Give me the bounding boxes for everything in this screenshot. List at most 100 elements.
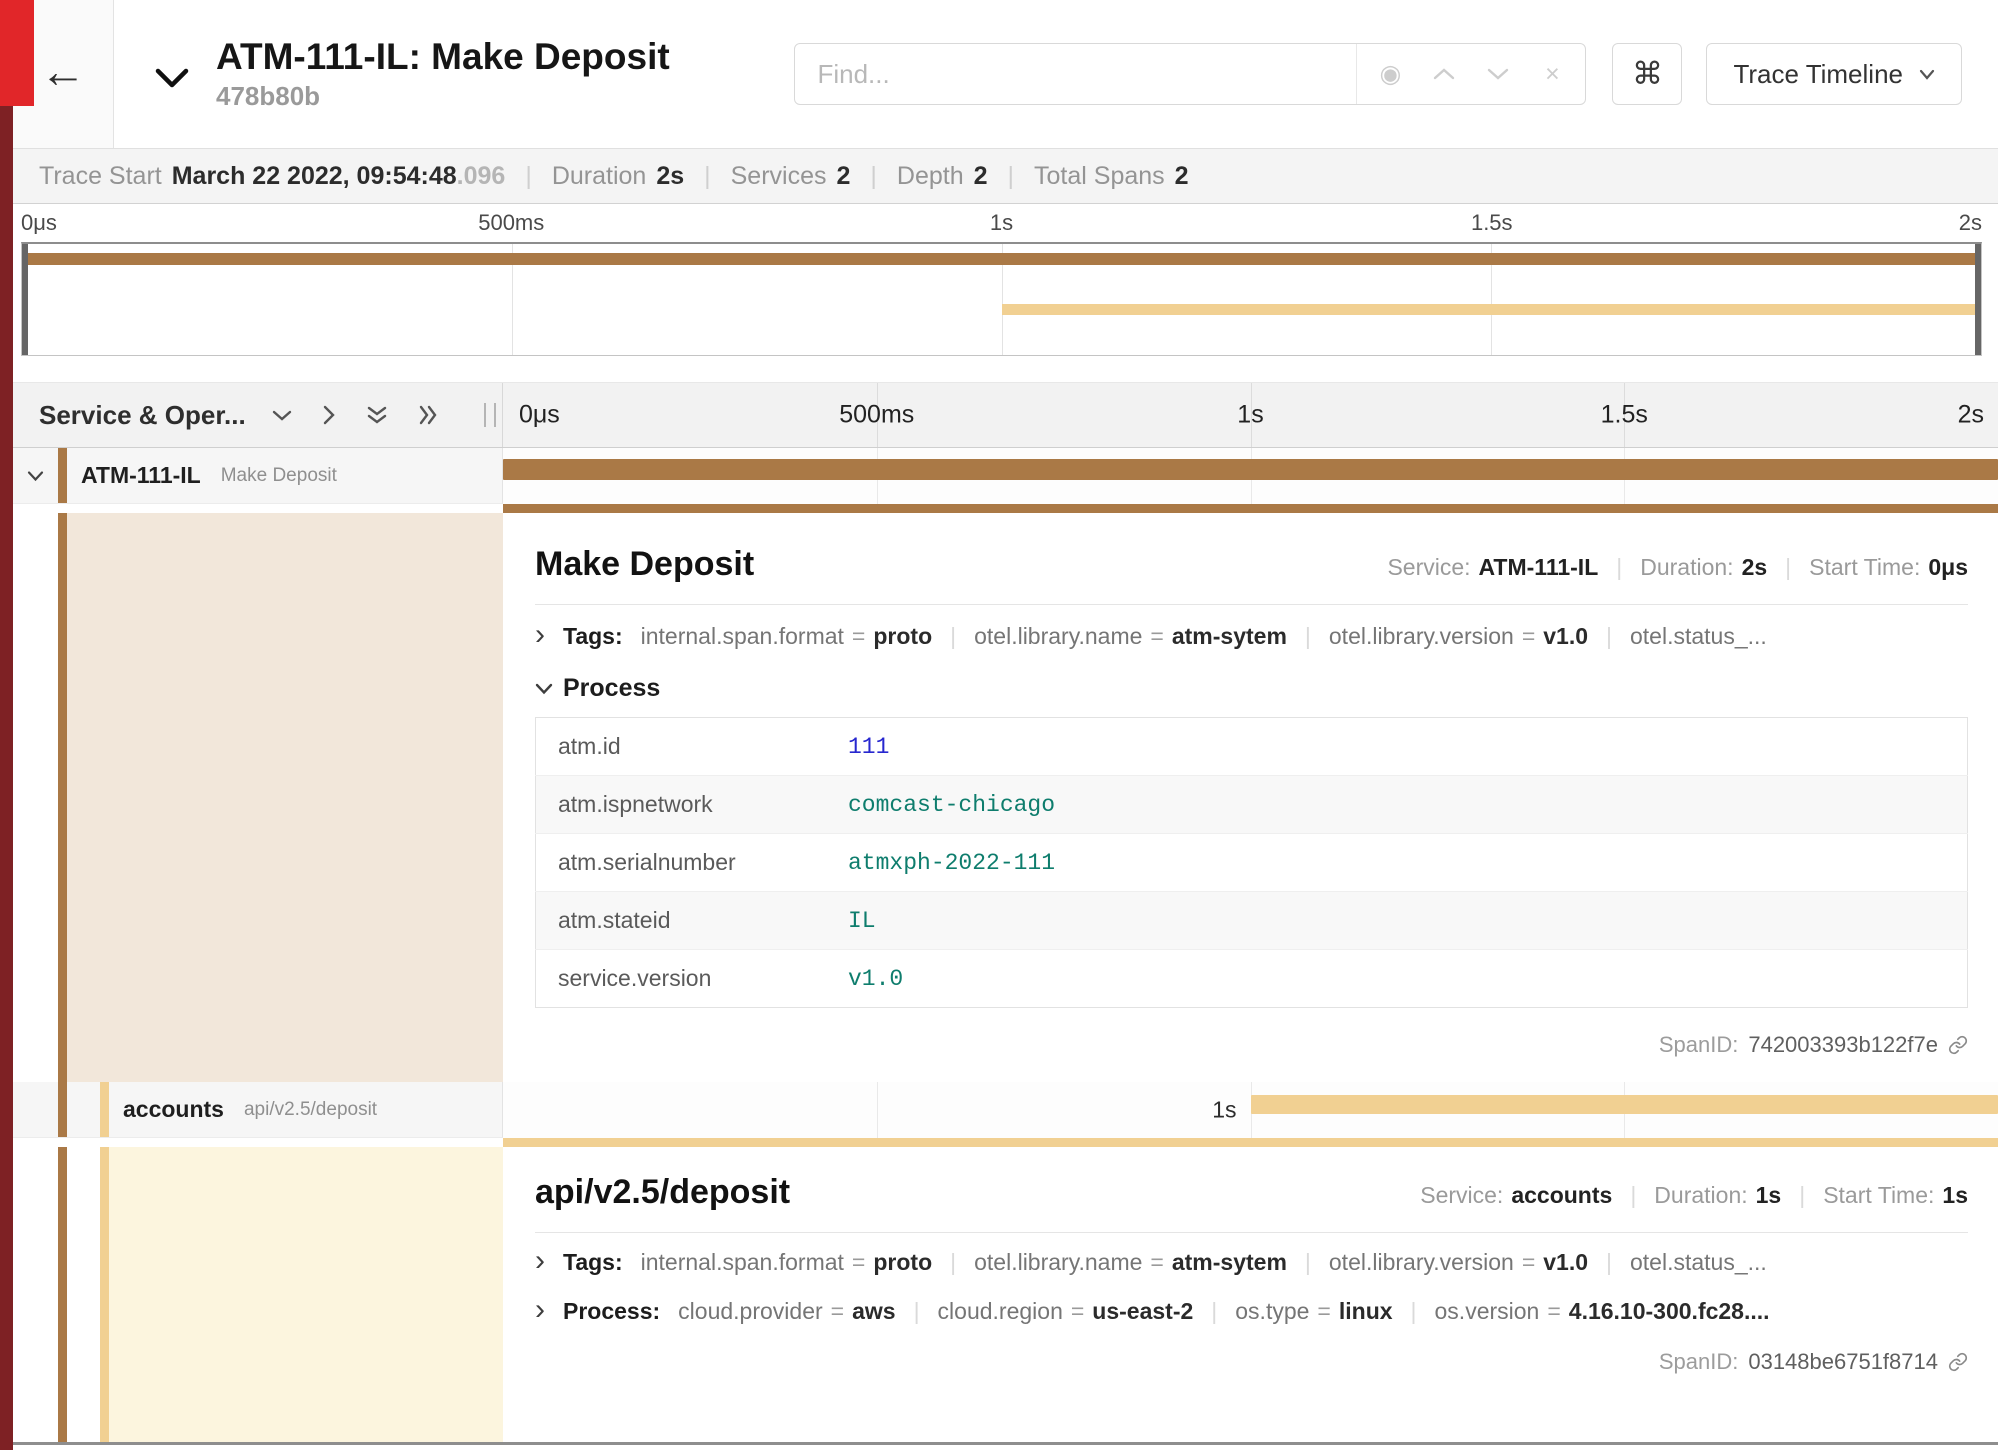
services-label: Services <box>731 162 827 191</box>
separator <box>1616 554 1622 581</box>
timeline-tick: 0μs <box>519 401 560 430</box>
service-label: Service: <box>1420 1182 1503 1209</box>
separator <box>1411 1298 1417 1325</box>
timeline-tick: 2s <box>1958 401 1984 430</box>
separator <box>1606 1249 1612 1276</box>
separator <box>525 162 532 191</box>
trace-summary-bar: Trace Start March 22 2022, 09:54:48 .096… <box>13 149 1998 204</box>
span-name-cell: ATM-111-IL Make Deposit <box>13 448 503 504</box>
table-row: atm.stateid IL <box>536 892 1968 950</box>
service-value: ATM-111-IL <box>1479 554 1599 581</box>
timeline-column-header: 0μs 500ms 1s 1.5s 2s <box>503 383 1998 447</box>
spanid-row: SpanID: 03148be6751f8714 <box>535 1349 1968 1375</box>
separator <box>950 1249 956 1276</box>
double-chevron-down-icon[interactable] <box>366 405 388 425</box>
trace-start-fraction: .096 <box>457 162 506 191</box>
service-label: Service: <box>1387 554 1470 581</box>
service-value: accounts <box>1511 1182 1612 1209</box>
separator <box>1785 554 1791 581</box>
span-collapse-chevron-icon[interactable] <box>27 470 44 481</box>
depth-value: 2 <box>974 162 988 191</box>
span-timeline-cell: 1s <box>503 1082 1998 1138</box>
keyboard-shortcuts-button[interactable]: ⌘ <box>1612 43 1682 105</box>
minimap-span-bar-atm <box>22 253 1981 265</box>
span-detail-top-border <box>13 504 1998 513</box>
chevron-right-icon: › <box>535 623 563 647</box>
span-timeline-cell <box>503 448 1998 504</box>
minimap-tick: 0μs <box>21 210 57 236</box>
span-row-accounts[interactable]: accounts api/v2.5/deposit 1s <box>13 1082 1998 1138</box>
separator <box>1008 162 1015 191</box>
minimap-left-drag-handle[interactable] <box>22 244 28 355</box>
span-color-bar <box>58 513 67 1082</box>
span-detail-title: api/v2.5/deposit <box>535 1173 790 1212</box>
focus-matches-icon[interactable]: ◉ <box>1363 59 1417 89</box>
table-row: service.version v1.0 <box>536 950 1968 1008</box>
copy-spanid-link-icon[interactable] <box>1948 1352 1968 1372</box>
bottom-edge <box>13 1442 1998 1445</box>
span-row-atm[interactable]: ATM-111-IL Make Deposit <box>13 448 1998 504</box>
column-resizer-handle[interactable] <box>484 403 496 427</box>
tag-item: otel.library.name=atm-sytem <box>974 1249 1287 1276</box>
start-time-value: 0μs <box>1928 554 1968 581</box>
copy-spanid-link-icon[interactable] <box>1948 1035 1968 1055</box>
span-detail-titlebar: Make Deposit Service: ATM-111-IL Duratio… <box>535 545 1968 605</box>
separator <box>914 1298 920 1325</box>
span-operation-name: Make Deposit <box>221 465 337 487</box>
total-spans-value: 2 <box>1175 162 1189 191</box>
spanid-value: 03148be6751f8714 <box>1748 1349 1938 1375</box>
chevron-right-icon[interactable] <box>322 404 336 426</box>
process-label: Process <box>563 674 660 703</box>
separator <box>1305 623 1311 650</box>
services-value: 2 <box>837 162 851 191</box>
tag-item: otel.library.version=v1.0 <box>1329 623 1588 650</box>
minimap-canvas[interactable] <box>21 242 1982 356</box>
table-row: atm.ispnetwork comcast-chicago <box>536 776 1968 834</box>
span-detail-body: Make Deposit Service: ATM-111-IL Duratio… <box>503 513 1998 1082</box>
tags-toggle-row[interactable]: › Tags: internal.span.format=proto otel.… <box>535 605 1968 658</box>
timeline-minimap: 0μs 500ms 1s 1.5s 2s <box>13 204 1998 382</box>
clear-find-icon[interactable]: × <box>1525 60 1579 89</box>
table-row: atm.serialnumber atmxph-2022-111 <box>536 834 1968 892</box>
prev-match-icon[interactable] <box>1417 67 1471 81</box>
chevron-down-icon[interactable] <box>272 409 292 422</box>
tag-item: cloud.region=us-east-2 <box>938 1298 1194 1325</box>
process-toggle-row[interactable]: Process <box>535 658 1968 717</box>
tag-item: otel.library.version=v1.0 <box>1329 1249 1588 1276</box>
grid-header-row: Service & Oper... 0μs <box>13 382 1998 448</box>
span-duration-bar[interactable] <box>1251 1095 1998 1114</box>
span-detail-deposit: api/v2.5/deposit Service: accounts Durat… <box>13 1147 1998 1442</box>
spanid-row: SpanID: 742003393b122f7e <box>535 1032 1968 1058</box>
trace-view-dropdown[interactable]: Trace Timeline <box>1706 43 1962 105</box>
span-duration-bar[interactable] <box>503 459 1998 480</box>
minimap-tick: 500ms <box>478 210 544 236</box>
back-arrow-icon: ← <box>40 48 86 94</box>
separator <box>1211 1298 1217 1325</box>
next-match-icon[interactable] <box>1471 67 1525 81</box>
span-color-fill <box>67 513 503 1082</box>
tag-item: cloud.provider=aws <box>678 1298 895 1325</box>
tags-label: Tags: <box>563 1249 623 1276</box>
table-row: atm.id 111 <box>536 718 1968 776</box>
minimap-right-drag-handle[interactable] <box>1975 244 1981 355</box>
depth-label: Depth <box>897 162 964 191</box>
process-key-value-table: atm.id 111 atm.ispnetwork comcast-chicag… <box>535 717 1968 1008</box>
span-operation-name: api/v2.5/deposit <box>244 1099 377 1121</box>
separator <box>1799 1182 1805 1209</box>
tags-toggle-row[interactable]: › Tags: internal.span.format=proto otel.… <box>535 1233 1968 1282</box>
double-chevron-right-icon[interactable] <box>418 404 438 426</box>
span-color-fill <box>109 1147 503 1442</box>
tag-item: otel.status_... <box>1630 1249 1783 1276</box>
trace-collapse-chevron-icon[interactable] <box>154 66 190 90</box>
find-input[interactable] <box>795 44 1356 104</box>
process-toggle-row[interactable]: › Process: cloud.provider=aws cloud.regi… <box>535 1282 1968 1331</box>
start-time-value: 1s <box>1942 1182 1968 1209</box>
grid-header-icons <box>272 404 438 426</box>
span-detail-meta: Service: ATM-111-IL Duration: 2s Start T… <box>1387 554 1968 581</box>
duration-label: Duration <box>552 162 647 191</box>
total-spans-label: Total Spans <box>1034 162 1165 191</box>
span-detail-top-border <box>13 1138 1998 1147</box>
span-color-bar <box>100 1082 109 1137</box>
window-corner-block <box>0 0 34 106</box>
timeline-tick: 1s <box>1237 401 1263 430</box>
